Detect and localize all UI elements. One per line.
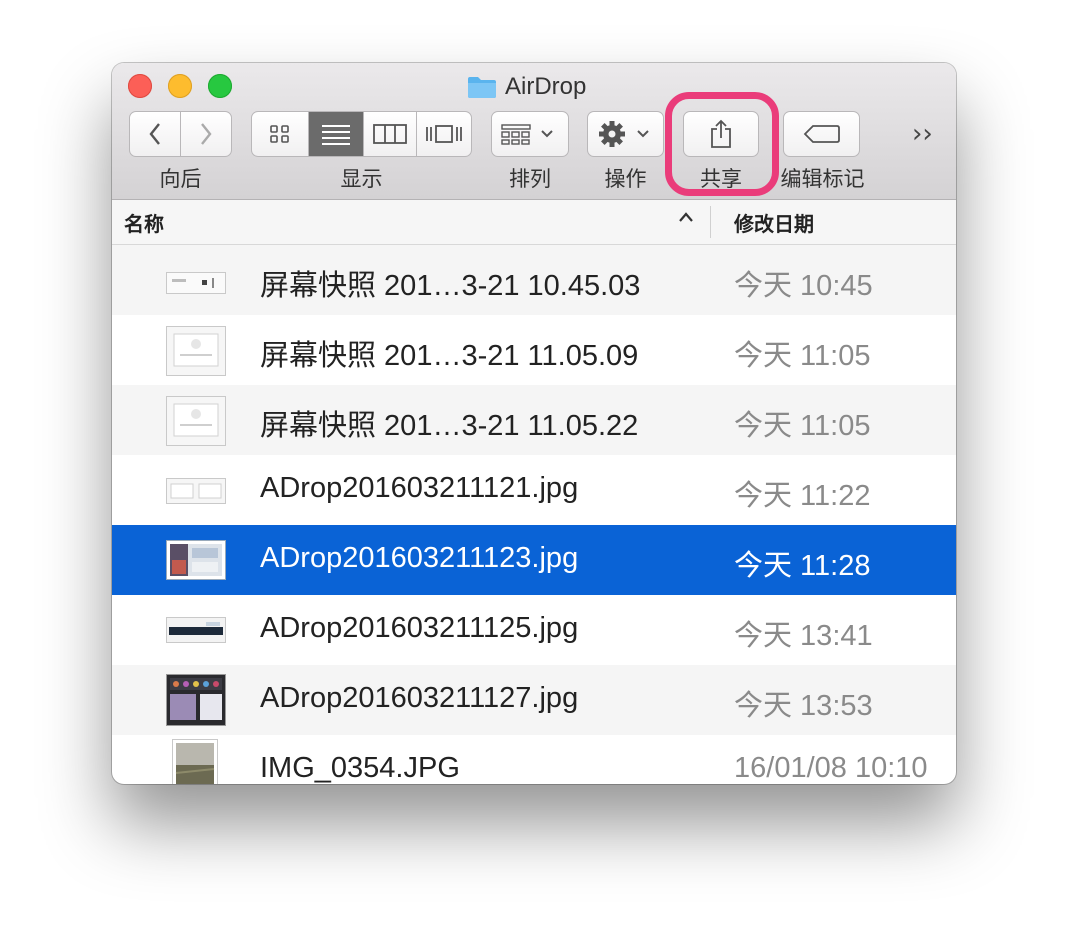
image-thumbnail-icon	[166, 540, 226, 580]
minimize-window-button[interactable]	[168, 74, 192, 98]
view-label: 显示	[340, 167, 383, 191]
action-button[interactable]	[587, 111, 664, 157]
toolbar-overflow-button[interactable]: ››	[912, 119, 933, 149]
zoom-window-button[interactable]	[208, 74, 232, 98]
file-row[interactable]: 屏幕快照 201…3-21 10.45.03 今天 10:45	[112, 245, 956, 315]
file-date: 今天 11:28	[734, 550, 871, 582]
view-mode-control	[251, 111, 472, 157]
arrange-button[interactable]	[491, 111, 569, 157]
file-date: 今天 11:05	[734, 410, 871, 442]
file-row[interactable]: ADrop201603211121.jpg 今天 11:22	[112, 455, 956, 525]
action-label: 操作	[604, 167, 647, 191]
chevron-right-icon	[201, 123, 212, 145]
edit-tags-label: 编辑标记	[780, 167, 865, 191]
cover-flow-button[interactable]	[417, 112, 471, 156]
image-thumbnail-icon	[166, 674, 226, 726]
column-divider[interactable]	[710, 206, 711, 238]
file-name: ADrop201603211123.jpg	[260, 542, 579, 574]
column-name-header[interactable]: 名称	[124, 208, 164, 237]
back-label: 向后	[159, 167, 202, 191]
column-header: 名称 修改日期	[112, 200, 956, 245]
file-date: 今天 13:53	[734, 690, 873, 722]
file-name: 屏幕快照 201…3-21 10.45.03	[260, 270, 641, 302]
window-title: AirDrop	[505, 73, 587, 100]
arrange-icon	[501, 124, 553, 145]
file-row[interactable]: ADrop201603211125.jpg 今天 13:41	[112, 595, 956, 665]
share-button[interactable]	[683, 111, 759, 157]
cover-flow-icon	[426, 125, 462, 143]
file-name: 屏幕快照 201…3-21 11.05.22	[260, 410, 639, 442]
column-view-button[interactable]	[364, 112, 417, 156]
folder-icon	[467, 75, 497, 99]
back-button[interactable]	[130, 112, 181, 156]
list-view-button[interactable]	[309, 112, 364, 156]
file-date: 今天 11:05	[734, 340, 871, 372]
file-name: ADrop201603211125.jpg	[260, 612, 579, 644]
file-row[interactable]: 屏幕快照 201…3-21 11.05.09 今天 11:05	[112, 315, 956, 385]
back-forward-control	[129, 111, 232, 157]
file-row-selected[interactable]: ADrop201603211123.jpg 今天 11:28	[112, 525, 956, 595]
share-icon	[711, 119, 731, 148]
title-toolbar: AirDrop 向后 显示 排列 操作 共享 编辑标记 ››	[112, 63, 956, 200]
gear-icon	[598, 121, 649, 147]
screenshot-thumbnail-icon	[166, 396, 226, 446]
share-label: 共享	[700, 167, 742, 191]
file-list: 屏幕快照 201…3-21 10.45.03 今天 10:45 屏幕快照 201…	[112, 245, 956, 784]
file-name: 屏幕快照 201…3-21 11.05.09	[260, 340, 639, 372]
file-date: 今天 10:45	[734, 270, 873, 302]
file-name: IMG_0354.JPG	[260, 752, 460, 784]
file-name: ADrop201603211121.jpg	[260, 472, 579, 504]
sort-ascending-icon[interactable]	[678, 209, 694, 228]
edit-tags-button[interactable]	[783, 111, 860, 157]
close-window-button[interactable]	[128, 74, 152, 98]
list-icon	[322, 125, 350, 145]
file-row[interactable]: 屏幕快照 201…3-21 11.05.22 今天 11:05	[112, 385, 956, 455]
icon-view-button[interactable]	[252, 112, 309, 156]
image-thumbnail-icon	[166, 617, 226, 643]
file-name: ADrop201603211127.jpg	[260, 682, 579, 714]
tag-icon	[803, 125, 840, 143]
forward-button[interactable]	[181, 112, 231, 156]
finder-window: AirDrop 向后 显示 排列 操作 共享 编辑标记 ›› 名称 修改日期 屏…	[112, 63, 956, 784]
chevron-left-icon	[149, 123, 160, 145]
screenshot-thumbnail-icon	[166, 272, 226, 294]
file-row[interactable]: IMG_0354.JPG 16/01/08 10:10	[112, 735, 956, 784]
columns-icon	[373, 124, 407, 144]
file-date: 今天 13:41	[734, 620, 873, 652]
grid-icon	[270, 125, 289, 143]
photo-thumbnail-icon	[172, 739, 218, 784]
file-date: 16/01/08 10:10	[734, 752, 928, 784]
image-thumbnail-icon	[166, 478, 226, 504]
file-date: 今天 11:22	[734, 480, 871, 512]
column-date-header[interactable]: 修改日期	[734, 208, 814, 237]
window-title-area: AirDrop	[467, 73, 586, 101]
screenshot-thumbnail-icon	[166, 326, 226, 376]
arrange-label: 排列	[509, 167, 551, 191]
file-row[interactable]: ADrop201603211127.jpg 今天 13:53	[112, 665, 956, 735]
